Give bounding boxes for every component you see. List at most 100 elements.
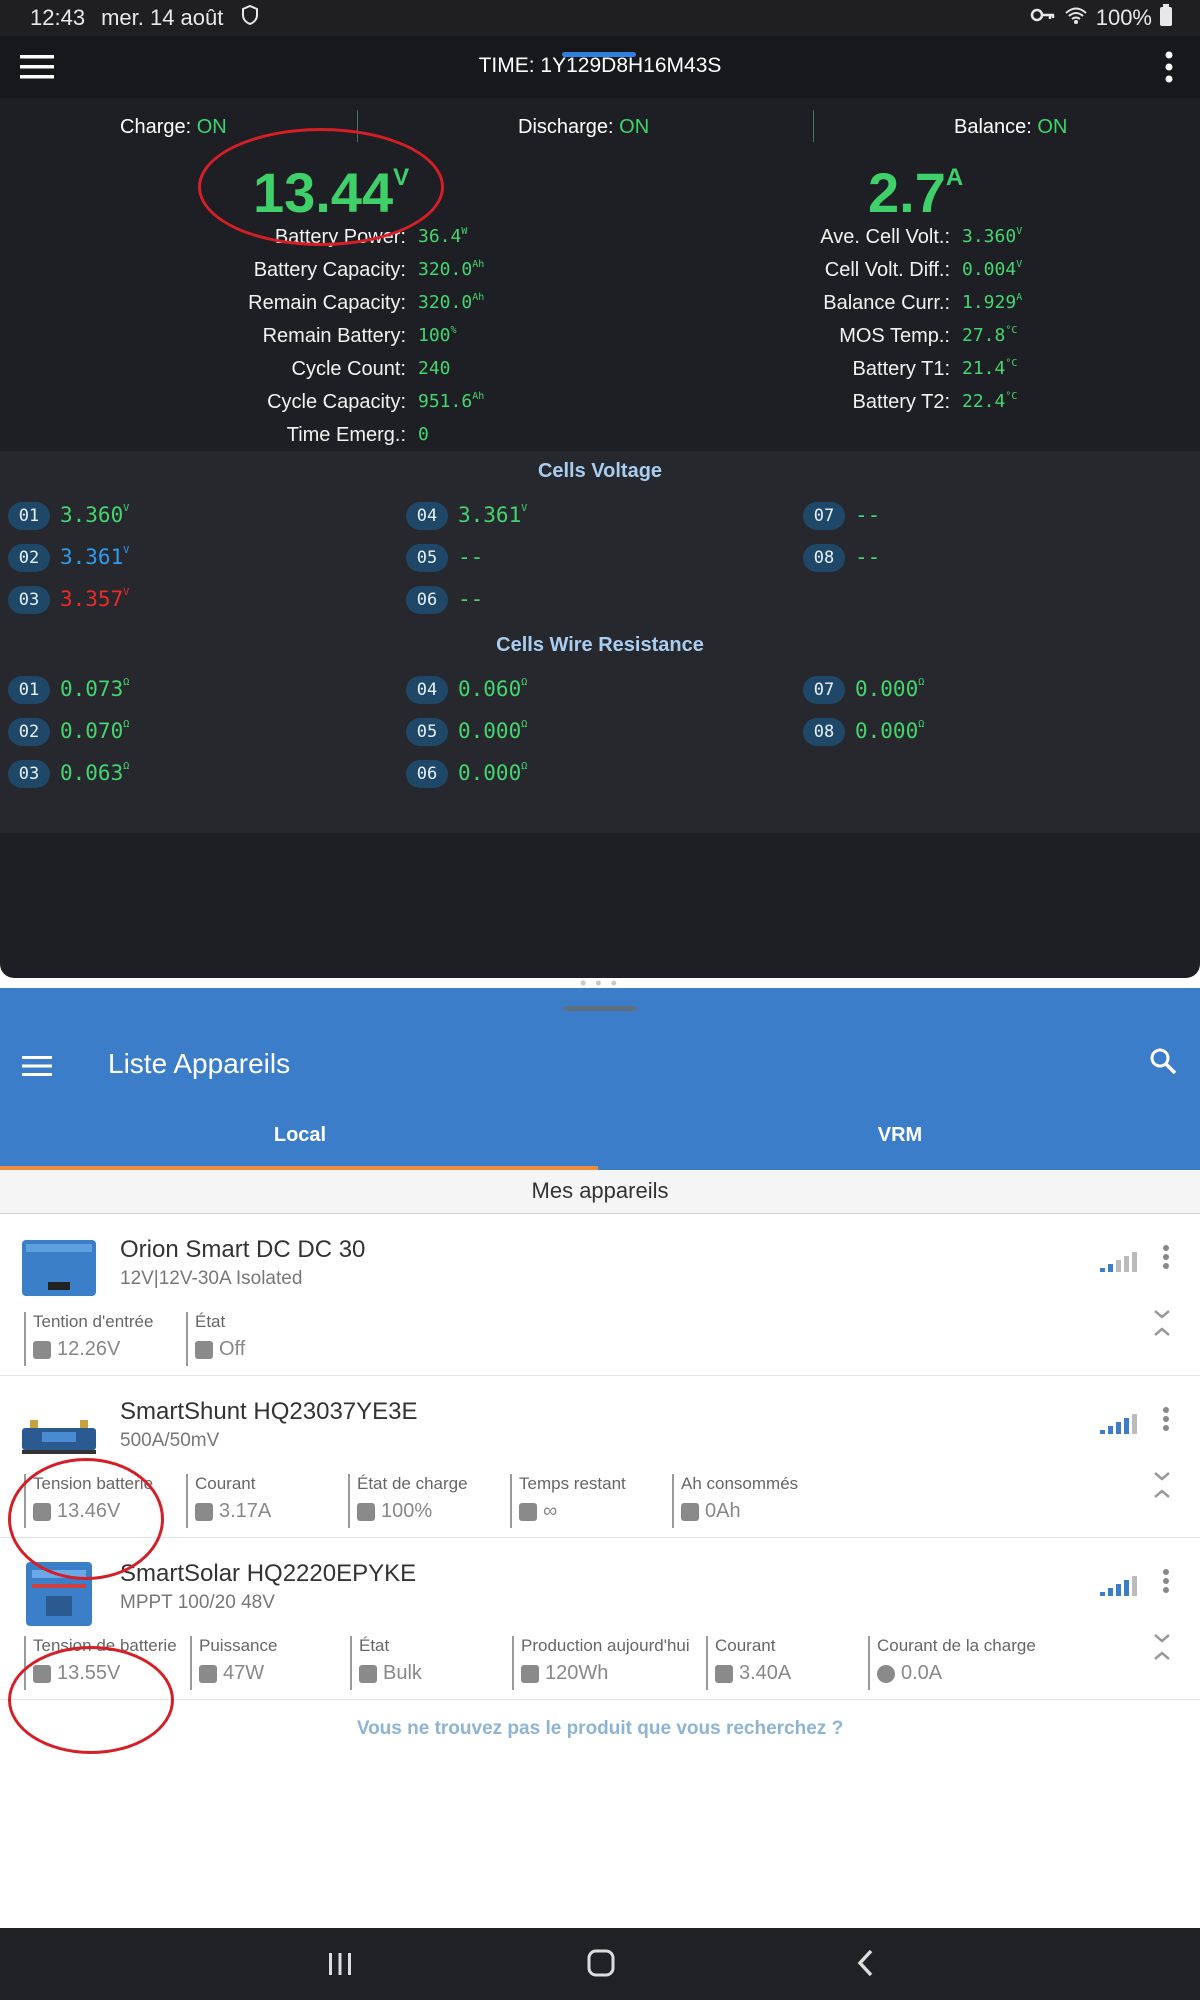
info-mos-temp: MOS Temp.: 27.8°C [0,325,1017,358]
device-smartsolar[interactable]: SmartSolar HQ2220EPYKE MPPT 100/20 48V T… [0,1538,1200,1700]
metric-load-current: Courant de la charge 0.0A [868,1636,1036,1690]
gauge-icon [195,1502,213,1521]
info-value: 22.4°C [962,391,1018,412]
balance-switch[interactable]: Balance: ON [954,116,1067,139]
device-smartshunt[interactable]: SmartShunt HQ23037YE3E 500A/50mV Tension… [0,1376,1200,1538]
wifi-icon [1064,5,1088,31]
device-orion[interactable]: Orion Smart DC DC 30 12V|12V-30A Isolate… [0,1214,1200,1376]
balance-label: Balance: [954,116,1032,138]
gauge-icon [715,1664,733,1683]
info-value: 21.4°C [962,358,1018,379]
info-label: Balance Curr.: [823,292,950,314]
info-battery-t1: Battery T1: 21.4°C [0,358,1018,391]
metric-current: Courant 3.40A [706,1636,791,1690]
bms-panel: TIME: 1Y129D8H16M43S Charge: ON Discharg… [0,36,1200,978]
dots-icon [359,1664,377,1683]
metric-input-voltage: Tention d'entrée 12.26V [24,1312,153,1366]
signal-icon [1100,1412,1138,1441]
device-subtitle: 12V|12V-30A Isolated [120,1268,303,1289]
more-vert-icon[interactable] [1164,50,1174,89]
info-label: Ave. Cell Volt.: [820,226,950,248]
info-label: Battery T2: [852,391,950,413]
device-name: SmartSolar HQ2220EPYKE [120,1560,417,1587]
battery-icon [1160,4,1172,32]
split-divider-handle[interactable]: • • • [580,974,620,992]
charge-state: ON [196,116,227,138]
info-cell-volt-diff: Cell Volt. Diff.: 0.004V [0,259,1022,292]
charge-switch[interactable]: Charge: ON [120,116,227,139]
expand-icon[interactable] [1152,1632,1172,1667]
divider [813,110,814,142]
battery-current: 2.7A [868,160,963,225]
nav-bar [0,1928,1200,2000]
signal-icon [1100,1250,1138,1279]
search-icon[interactable] [1148,1046,1178,1081]
cells-voltage-title: Cells Voltage [537,460,663,482]
app-bar: Liste Appareils Local VRM [0,988,1200,1170]
back-icon[interactable] [854,1948,878,1983]
menu-icon[interactable] [22,1054,52,1083]
device-name: Orion Smart DC DC 30 [120,1236,366,1263]
gauge-icon [199,1664,217,1683]
info-value: 27.8°C [962,325,1018,346]
annotation-circle [8,1646,174,1754]
bulb-icon [877,1664,895,1683]
gauge-icon [681,1502,699,1521]
expand-icon[interactable] [1152,1308,1172,1343]
info-value: 1.929A [962,292,1023,313]
metric-state: État Off [186,1312,245,1366]
device-image [22,1400,96,1465]
victron-app: Liste Appareils Local VRM Mes appareils … [0,988,1200,1928]
balance-state: ON [1037,116,1068,138]
home-icon[interactable] [586,1948,616,1983]
app-title: Liste Appareils [108,1048,291,1079]
status-date: mer. 14 août [101,5,224,30]
annotation-circle [8,1458,164,1580]
status-bar: 12:43 mer. 14 août 100% [0,0,1200,36]
metric-power: Puissance 47W [190,1636,277,1690]
discharge-state: ON [619,116,650,138]
cells-resistance-title: Cells Wire Resistance [496,634,704,656]
drag-indicator[interactable] [563,1006,637,1011]
dots-icon [195,1340,213,1359]
info-balance-curr: Balance Curr.: 1.929A [0,292,1022,325]
tab-local[interactable]: Local [0,1124,600,1147]
info-label: Time Emerg.: [286,424,406,446]
info-label: Battery T1: [852,358,950,380]
switch-row: Charge: ON Discharge: ON Balance: ON [0,98,1200,158]
status-time: 12:43 [30,5,86,30]
device-subtitle: MPPT 100/20 48V [120,1592,275,1613]
metric-yield-today: Production aujourd'hui 120Wh [512,1636,690,1690]
info-battery-t2: Battery T2: 22.4°C [0,391,1018,424]
discharge-switch[interactable]: Discharge: ON [518,116,649,139]
current-unit: A [945,164,964,191]
section-header: Mes appareils [0,1170,1200,1214]
recent-apps-icon[interactable] [326,1950,354,1983]
not-found-link[interactable]: Vous ne trouvez pas le produit que vous … [0,1718,1200,1740]
status-battery-text: 100% [1095,5,1152,30]
device-image [22,1238,96,1303]
battery-level-icon [357,1502,375,1521]
timer-icon [519,1502,537,1521]
metric-time-remaining: Temps restant ∞ [510,1474,626,1528]
gauge-icon [521,1664,539,1683]
metric-state: État Bulk [350,1636,422,1690]
more-vert-icon[interactable] [1162,1568,1170,1599]
info-value: 0.004V [962,259,1023,280]
current-value: 2.7 [868,161,946,224]
expand-icon[interactable] [1152,1470,1172,1505]
charge-label: Charge: [120,116,192,138]
device-subtitle: 500A/50mV [120,1430,220,1451]
device-name: SmartShunt HQ23037YE3E [120,1398,418,1425]
shield-icon [239,4,261,32]
more-vert-icon[interactable] [1162,1244,1170,1275]
signal-icon [1100,1574,1138,1603]
metric-state-of-charge: État de charge 100% [348,1474,468,1528]
info-value: 0 [418,424,429,445]
bms-header: TIME: 1Y129D8H16M43S [0,36,1200,98]
info-value: 3.360V [962,226,1023,247]
tab-vrm[interactable]: VRM [600,1124,1200,1147]
info-ave-cell-volt: Ave. Cell Volt.: 3.360V [0,226,1022,259]
more-vert-icon[interactable] [1162,1406,1170,1437]
bms-timer-title: TIME: 1Y129D8H16M43S [478,54,722,77]
